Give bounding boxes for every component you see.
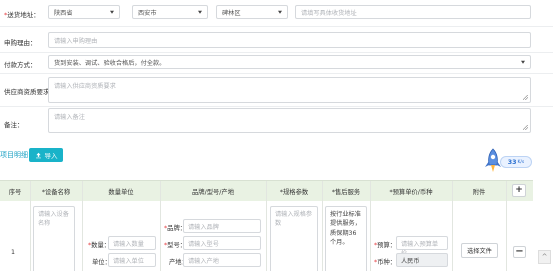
row-index: 1	[11, 249, 16, 256]
remarks-label: 备注：	[4, 121, 24, 129]
brand-input[interactable]: 请输入品牌	[183, 219, 261, 233]
divider	[0, 26, 553, 27]
divider	[266, 181, 267, 271]
qty-label: *数量：	[88, 242, 111, 249]
items-table: 序号 *设备名称 数量单位 品牌/型号/产地 *规格参数 *售后服务 *预算单价…	[0, 180, 533, 271]
chevron-down-icon	[110, 10, 114, 14]
spec-textarea[interactable]: 请输入规格参数	[270, 206, 318, 271]
scroll-to-top-button[interactable]: ^	[538, 250, 551, 264]
section-title: 项目明细	[0, 151, 28, 159]
currency-select[interactable]: 人民币	[396, 253, 448, 267]
delivery-address-label: *送货地址：	[4, 11, 40, 19]
address-detail-input[interactable]: 请填写具体收货地址	[295, 5, 531, 19]
province-select[interactable]: 陕西省	[48, 5, 120, 19]
divider	[452, 181, 453, 271]
after-sales-textarea[interactable]: 按行业标准提供服务，质保期36个月。	[325, 206, 367, 271]
chevron-down-icon	[198, 10, 202, 14]
supplier-req-label: 供应商资质要求	[4, 88, 50, 96]
budget-input[interactable]: 请输入预算单价	[396, 236, 448, 257]
origin-input[interactable]: 请输入产地	[183, 253, 261, 267]
unit-input[interactable]: 请输入单位	[108, 253, 156, 267]
device-name-textarea[interactable]: 请输入设备名称	[33, 206, 75, 271]
chevron-down-icon	[278, 10, 282, 14]
col-budget: *预算单价/币种	[389, 188, 433, 196]
budget-label: *预算：	[374, 242, 397, 249]
city-select[interactable]: 西安市	[132, 5, 208, 19]
speed-readout: 33 K/s	[500, 156, 532, 168]
supplier-req-textarea[interactable]: 请输入供应商资质要求	[48, 77, 531, 103]
remarks-textarea[interactable]: 请输入备注	[48, 108, 531, 133]
choose-file-button[interactable]: 选择文件	[461, 243, 498, 258]
col-spec: *规格参数	[279, 188, 309, 196]
qty-input[interactable]: 请输入数量	[108, 236, 156, 250]
reason-label: 申购理由：	[4, 39, 37, 47]
import-button[interactable]: 导入	[29, 148, 63, 162]
model-input[interactable]: 请输入型号	[183, 236, 261, 250]
resize-handle-icon[interactable]	[523, 95, 528, 100]
col-qty-unit: 数量单位	[108, 188, 134, 196]
divider	[506, 181, 507, 271]
payment-select[interactable]: 货到安装、调试、验收合格后，付全款。	[48, 55, 531, 69]
col-attachment: 附件	[472, 188, 486, 196]
divider	[30, 181, 31, 271]
divider	[370, 181, 371, 271]
currency-label: *币种：	[374, 259, 397, 266]
col-device-name: *设备名称	[41, 188, 71, 196]
remove-row-button[interactable]: −	[513, 246, 526, 258]
upload-icon	[35, 152, 41, 158]
payment-label: 付款方式：	[4, 61, 37, 69]
divider	[160, 181, 161, 271]
resize-handle-icon[interactable]	[523, 125, 528, 130]
divider	[82, 181, 83, 271]
chevron-down-icon	[521, 60, 525, 64]
divider	[0, 73, 553, 74]
col-brand-model: 品牌/型号/产地	[191, 188, 235, 196]
network-speed-widget[interactable]: 33 K/s	[482, 148, 534, 174]
col-index: 序号	[8, 188, 22, 196]
divider	[322, 181, 323, 271]
district-select[interactable]: 碑林区	[216, 5, 288, 19]
divider	[0, 52, 553, 53]
add-row-button[interactable]: +	[512, 184, 526, 197]
reason-input[interactable]: 请输入申购理由	[48, 32, 531, 48]
col-after-sales: *售后服务	[331, 188, 361, 196]
divider	[0, 106, 553, 107]
